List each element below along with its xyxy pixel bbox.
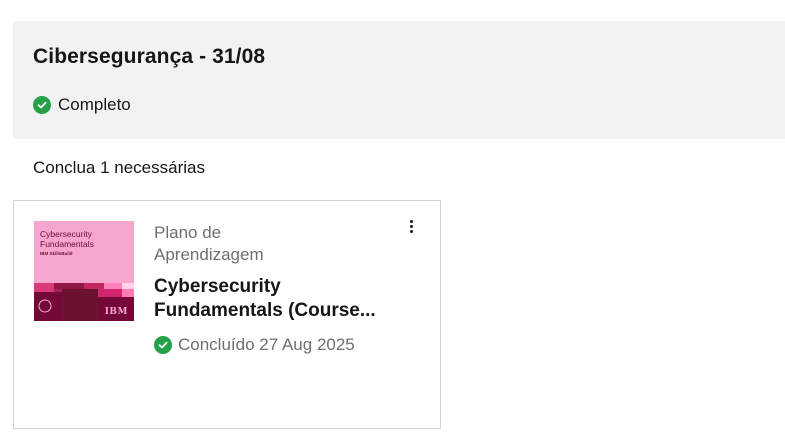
section-title: Cibersegurança - 31/08 <box>33 45 266 68</box>
thumbnail-pattern <box>34 283 134 321</box>
overflow-menu-vertical-icon[interactable] <box>404 217 418 235</box>
course-thumbnail: Cybersecurity Fundamentals IBM SkillsBui… <box>34 221 134 321</box>
card-title-link[interactable]: Cybersecurity Fundamentals (Course... <box>154 275 404 323</box>
checkmark-filled-icon <box>154 336 172 354</box>
thumbnail-logo: IBM <box>104 307 128 317</box>
card-status: Concluído 27 Aug 2025 <box>154 335 355 355</box>
checkmark-filled-icon <box>33 96 51 114</box>
learning-section-header: Cibersegurança - 31/08 Completo <box>13 21 785 139</box>
card-status-label: Concluído 27 Aug 2025 <box>178 335 355 354</box>
learning-plan-card[interactable]: Cybersecurity Fundamentals IBM SkillsBui… <box>13 200 441 429</box>
section-status-label: Completo <box>58 95 131 114</box>
requirement-text: Conclua 1 necessárias <box>33 158 205 177</box>
card-type-label: Plano de Aprendizagem <box>154 223 264 264</box>
section-status: Completo <box>33 95 131 115</box>
